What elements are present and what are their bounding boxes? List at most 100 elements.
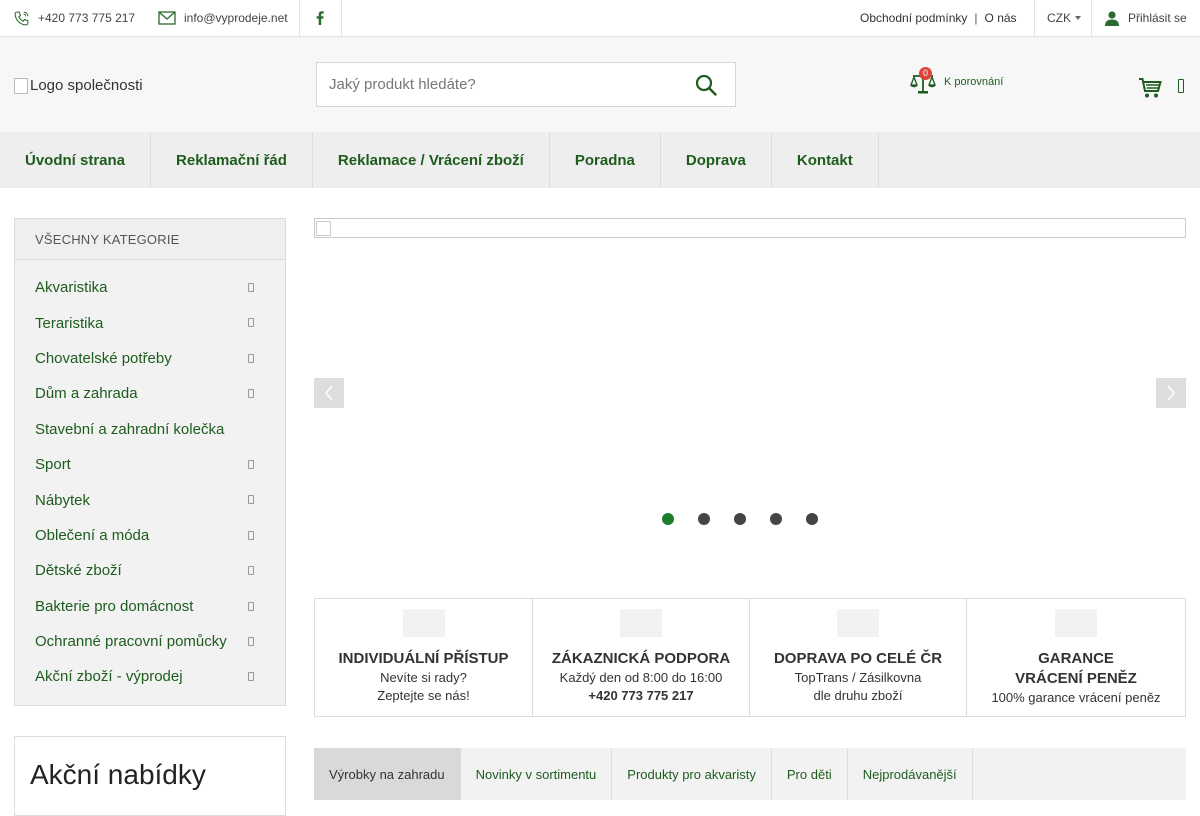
login-label: Přihlásit se [1128, 11, 1187, 25]
tab-product-group[interactable]: Produkty pro akvaristy [612, 748, 772, 800]
slider-dot[interactable] [806, 513, 818, 525]
benefit-text: TopTrans / Zásilkovna [794, 670, 922, 685]
tab-product-group[interactable]: Novinky v sortimentu [461, 748, 613, 800]
category-list: Akvaristika Teraristika Chovatelské potřeb… [15, 260, 285, 695]
cart-button[interactable] [1138, 77, 1162, 104]
sidebar-item-label: Dům a zahrada [35, 385, 138, 403]
sidebar-item-category[interactable]: Dům a zahrada [15, 376, 285, 411]
slider-next-button[interactable] [1156, 378, 1186, 408]
currency-value: CZK [1047, 11, 1071, 25]
chevron-right-icon [248, 283, 254, 292]
sidebar-item-label: Teraristika [35, 314, 104, 332]
email-address: info@vyprodeje.net [184, 11, 288, 25]
tab-product-group[interactable]: Výrobky na zahradu [314, 748, 461, 800]
cart-icon [1139, 78, 1162, 98]
tab-product-group[interactable]: Pro děti [772, 748, 848, 800]
divider [299, 0, 300, 36]
chevron-right-icon [1167, 385, 1176, 401]
sidebar-item-category[interactable]: Bakterie pro domácnost [15, 589, 285, 624]
sidebar-item-label: Bakterie pro domácnost [35, 597, 194, 615]
search-button[interactable] [695, 74, 717, 101]
compare-label: K porovnání [944, 76, 1004, 88]
sidebar-item-category[interactable]: Stavební a zahradní kolečka [15, 412, 285, 447]
nav-item-returns[interactable]: Reklamace / Vrácení zboží [313, 132, 550, 188]
compare-link[interactable]: 0 K porovnání [910, 67, 1004, 95]
site-header: Logo společnosti 0 K porovnání [0, 37, 1200, 132]
sidebar-item-category[interactable]: Oblečení a móda [15, 518, 285, 553]
search-icon [695, 74, 717, 96]
chevron-right-icon [248, 636, 254, 646]
nav-item-contact[interactable]: Kontakt [772, 132, 879, 188]
terms-link[interactable]: Obchodní podmínky [860, 11, 967, 25]
login-link[interactable]: Přihlásit se [1104, 0, 1187, 36]
chevron-right-icon [248, 672, 254, 682]
benefit-text: +420 773 775 217 [588, 688, 694, 703]
chevron-left-icon [324, 385, 333, 401]
divider [1034, 0, 1035, 36]
phone-number: +420 773 775 217 [38, 11, 136, 25]
benefit-text: dle druhu zboží [813, 688, 903, 703]
cart-dropdown-icon[interactable] [1178, 79, 1184, 93]
slider-dot[interactable] [734, 513, 746, 525]
broken-image-icon [14, 77, 28, 94]
sidebar-item-category[interactable]: Dětské zboží [15, 553, 285, 588]
divider [341, 0, 342, 36]
info-links: Obchodní podmínky | O nás [860, 0, 1017, 36]
broken-image-icon [316, 221, 331, 236]
main-navigation: Úvodní strana Reklamační řád Reklamace /… [0, 132, 1200, 188]
search-input[interactable] [317, 63, 677, 106]
email-link[interactable]: info@vyprodeje.net [158, 0, 288, 36]
chevron-right-icon [248, 353, 254, 363]
benefit-icon [837, 609, 879, 637]
company-logo[interactable]: Logo společnosti [14, 77, 143, 94]
nav-item-shipping[interactable]: Doprava [661, 132, 772, 188]
currency-select[interactable]: CZK [1047, 0, 1081, 36]
sidebar-item-category[interactable]: Ochranné pracovní pomůcky [15, 624, 285, 659]
benefit-title: GARANCE VRÁCENÍ PENĚZ [1015, 650, 1137, 687]
benefit-icon [402, 609, 445, 637]
nav-item-complaints-policy[interactable]: Reklamační řád [151, 132, 313, 188]
sidebar-item-label: Dětské zboží [35, 562, 122, 580]
logo-alt-text: Logo společnosti [30, 77, 143, 94]
sidebar-item-label: Akvaristika [35, 279, 108, 297]
facebook-link[interactable] [316, 0, 332, 36]
nav-item-advice[interactable]: Poradna [550, 132, 661, 188]
compare-count-badge: 0 [919, 67, 932, 80]
about-link[interactable]: O nás [985, 11, 1017, 25]
category-menu: VŠECHNY KATEGORIE Akvaristika Teraristika… [14, 218, 286, 706]
benefit-support: ZÁKAZNICKÁ PODPORA Každý den od 8:00 do 1… [533, 599, 750, 716]
sidebar-item-category[interactable]: Teraristika [15, 305, 285, 340]
caret-down-icon [1075, 16, 1081, 20]
link-separator: | [974, 11, 978, 25]
promo-title: Akční nabídky [30, 759, 206, 790]
tab-product-group[interactable]: Nejprodávanější [848, 748, 973, 800]
slider-prev-button[interactable] [314, 378, 344, 408]
chevron-right-icon [248, 601, 254, 611]
benefit-individual: INDIVIDUÁLNÍ PŘÍSTUP Nevíte si rady? Zepte… [315, 599, 533, 716]
sidebar-item-label: Akční zboží - výprodej [35, 668, 183, 686]
sidebar-item-category[interactable]: Chovatelské potřeby [15, 341, 285, 376]
slider-pagination [662, 513, 842, 525]
nav-item-home[interactable]: Úvodní strana [0, 132, 152, 188]
sidebar-item-category[interactable]: Sport [15, 447, 285, 482]
phone-link[interactable]: +420 773 775 217 [13, 0, 135, 36]
chevron-right-icon [248, 566, 254, 576]
sidebar-item-label: Nábytek [35, 491, 91, 509]
benefit-icon [1055, 609, 1097, 637]
slide-image[interactable] [314, 218, 1186, 238]
sidebar-item-label: Oblečení a móda [35, 526, 150, 544]
top-bar: +420 773 775 217 info@vyprodeje.net Obch… [0, 0, 1200, 37]
sidebar-item-category[interactable]: Akční zboží - výprodej [15, 659, 285, 694]
sidebar-item-category[interactable]: Nábytek [15, 482, 285, 517]
search-box [316, 62, 736, 107]
mail-icon [158, 11, 176, 25]
slider-dot[interactable] [662, 513, 674, 525]
slider-dot[interactable] [770, 513, 782, 525]
chevron-right-icon [248, 530, 254, 540]
sidebar-item-label: Chovatelské potřeby [35, 349, 172, 367]
benefit-icon [620, 609, 662, 637]
sidebar-item-label: Stavební a zahradní kolečka [35, 420, 225, 438]
slider-dot[interactable] [698, 513, 710, 525]
chevron-right-icon [248, 389, 254, 399]
sidebar-item-category[interactable]: Akvaristika [15, 270, 285, 305]
